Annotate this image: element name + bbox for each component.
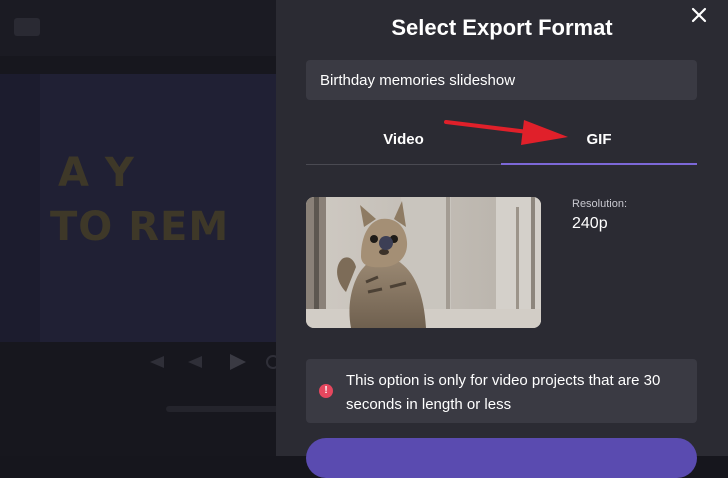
format-tabs: Video GIF: [306, 118, 697, 166]
tab-video[interactable]: Video: [306, 118, 501, 165]
gif-length-notice: ! This option is only for video projects…: [306, 359, 697, 423]
editor-topbar: [0, 0, 276, 56]
export-name-input[interactable]: [306, 60, 697, 100]
preview-title-text: A Y TO REM: [50, 146, 229, 254]
play-icon: [230, 354, 246, 370]
gif-preview-thumbnail: [306, 197, 541, 328]
editor-background: A Y TO REM: [0, 0, 276, 456]
preview-title-line-1: A Y: [58, 150, 135, 196]
notice-text: This option is only for video projects t…: [346, 372, 661, 413]
export-button[interactable]: [306, 438, 697, 478]
cat-preview-image: [306, 197, 541, 328]
warning-icon: !: [319, 384, 333, 398]
loop-icon: [266, 355, 276, 369]
timeline-bar: [166, 406, 276, 412]
editor-logo-icon: [14, 18, 40, 36]
skip-back-icon: [150, 356, 164, 368]
tab-gif[interactable]: GIF: [501, 118, 697, 165]
preview-side-strip: [0, 74, 40, 342]
rewind-icon: [188, 356, 202, 368]
resolution-value: 240p: [572, 215, 608, 232]
dialog-title: Select Export Format: [391, 15, 613, 40]
preview-title-line-2: TO REM: [50, 204, 230, 250]
export-format-dialog: Select Export Format Video GIF: [276, 0, 728, 478]
resolution-label: Resolution:: [572, 198, 628, 210]
